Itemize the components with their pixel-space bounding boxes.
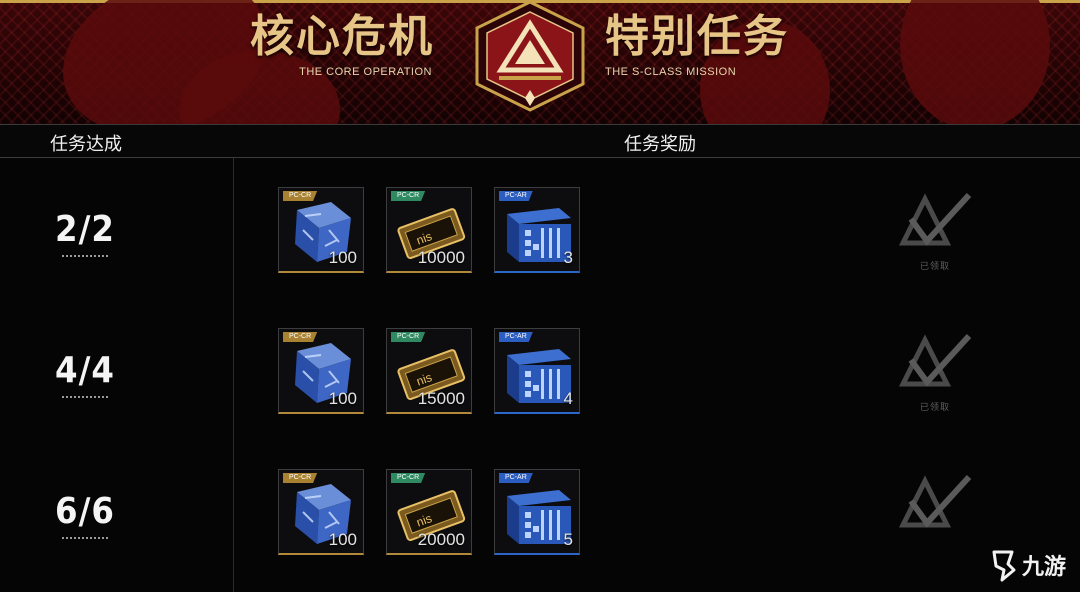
jiuyou-logo-icon (992, 550, 1016, 582)
header-reward: 任务奖励 (624, 134, 696, 155)
reward-item-crate[interactable]: PC-AR 3 (494, 187, 580, 273)
reward-item-gold-card[interactable]: PC-CR nis 20000 (386, 469, 472, 555)
reward-item-crystal[interactable]: PC-CR 100 (278, 187, 364, 273)
title-right-cn: 特别任务 (605, 11, 789, 62)
title-right-en: THE S-CLASS MISSION (605, 66, 737, 78)
reward-item-crystal[interactable]: PC-CR 100 (278, 328, 364, 414)
reward-quantity: 3 (563, 248, 573, 267)
reward-quantity: 100 (328, 530, 357, 549)
reward-item-gold-card[interactable]: PC-CR nis 15000 (386, 328, 472, 414)
progress-underline (62, 396, 108, 398)
watermark-text: 九游 (1022, 555, 1067, 580)
title-core-operation: 核心危机 THE CORE OPERATION (238, 10, 434, 78)
mission-row: 2/2 PC-CR 100 PC-CR nis 10000 PC-AR 3 已领… (0, 187, 1080, 328)
top-banner: 核心危机 THE CORE OPERATION 特别任务 THE S-CLASS… (0, 0, 1080, 124)
claimed-status: 已领取 (895, 330, 975, 413)
claimed-label: 已领取 (919, 262, 950, 272)
reward-quantity: 5 (563, 530, 573, 549)
reward-quantity: 100 (328, 248, 357, 267)
watermark: 九游 (988, 548, 1066, 582)
claimed-checkmark-icon (898, 474, 972, 528)
claimed-status (895, 471, 975, 541)
reward-quantity: 100 (328, 389, 357, 408)
reward-quantity: 15000 (417, 389, 465, 408)
claimed-checkmark-icon (898, 192, 972, 246)
reward-item-crystal[interactable]: PC-CR 100 (278, 469, 364, 555)
s-class-emblem-icon (475, 0, 585, 112)
claimed-status: 已领取 (895, 189, 975, 272)
reward-item-crate[interactable]: PC-AR 5 (494, 469, 580, 555)
title-left-en: THE CORE OPERATION (299, 66, 432, 78)
mission-row: 6/6 PC-CR 100 PC-CR nis 20000 PC-AR 5 (0, 469, 1080, 592)
progress-underline (62, 255, 108, 257)
mission-progress: 6/6 (55, 491, 115, 532)
header-condition: 任务达成 (50, 134, 122, 155)
claimed-checkmark-icon (898, 333, 972, 387)
mission-progress: 2/2 (55, 209, 115, 250)
reward-quantity: 4 (563, 389, 573, 408)
reward-quantity: 20000 (417, 530, 465, 549)
reward-quantity: 10000 (417, 248, 465, 267)
reward-item-crate[interactable]: PC-AR 4 (494, 328, 580, 414)
table-header: 任务达成 任务奖励 (0, 124, 1080, 158)
title-s-class-mission: 特别任务 THE S-CLASS MISSION (605, 10, 815, 78)
banner-decor-right-2 (900, 0, 1050, 124)
mission-progress: 4/4 (55, 350, 115, 391)
mission-row: 4/4 PC-CR 100 PC-CR nis 15000 PC-AR 4 已领… (0, 328, 1080, 469)
title-left-cn: 核心危机 (250, 11, 434, 62)
progress-underline (62, 537, 108, 539)
reward-item-gold-card[interactable]: PC-CR nis 10000 (386, 187, 472, 273)
claimed-label: 已领取 (919, 403, 950, 413)
